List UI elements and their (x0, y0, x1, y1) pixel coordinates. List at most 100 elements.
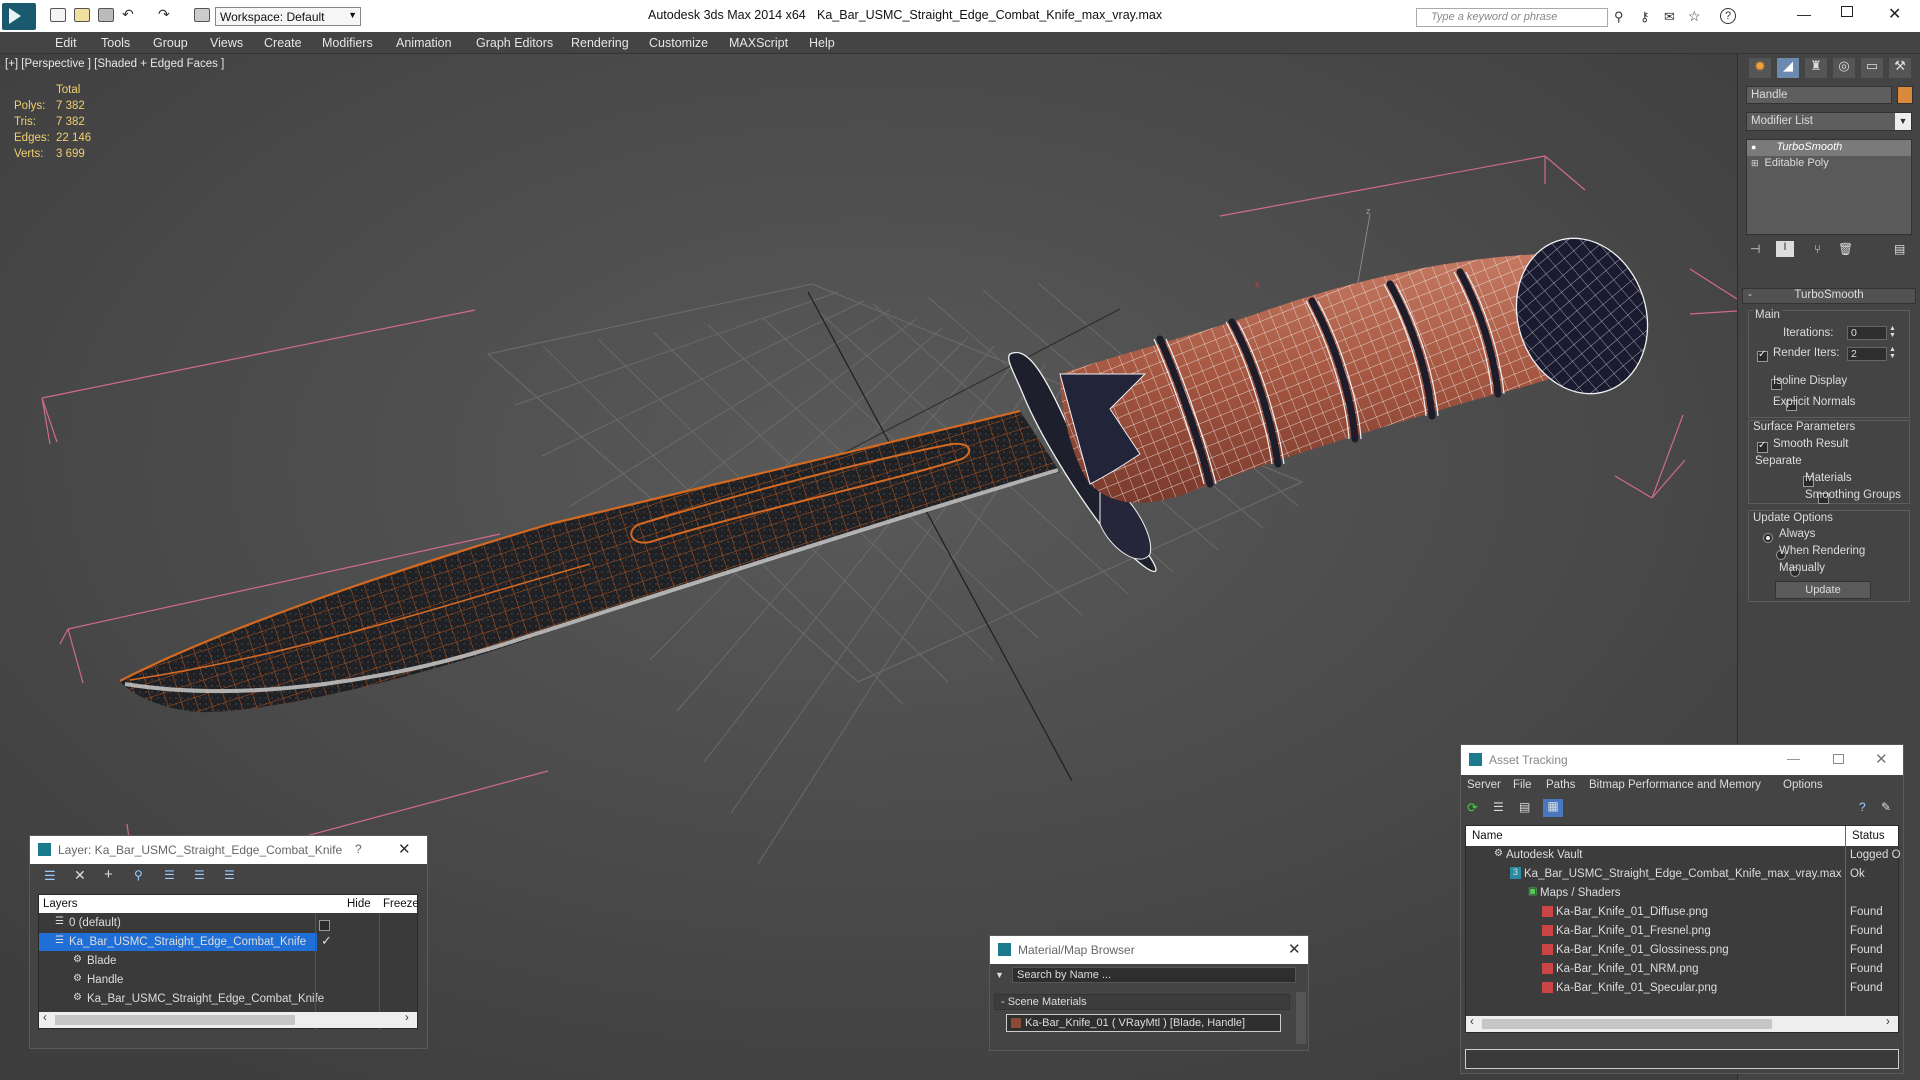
workspace-dropdown[interactable]: Workspace: Default ▼ (215, 7, 361, 26)
hide-all-icon[interactable]: ☰ (194, 868, 205, 882)
lightbulb-icon[interactable]: ● (1751, 142, 1756, 152)
layer-row[interactable]: ☰ Ka_Bar_USMC_Straight_Edge_Combat_Knife (39, 933, 317, 951)
asset-row[interactable]: ⚙ Autodesk Vault Logged O (1466, 846, 1901, 865)
close-button[interactable]: ✕ (1875, 750, 1888, 768)
viewport-label[interactable]: [+] [Perspective ] [Shaded + Edged Faces… (5, 58, 224, 70)
layer-row[interactable]: ☰ 0 (default) (39, 914, 417, 932)
modify-tab-icon[interactable]: ◢ (1777, 58, 1799, 78)
always-radio[interactable] (1763, 532, 1773, 543)
asset-row[interactable]: Ka-Bar_Knife_01_NRM.png Found (1466, 960, 1898, 979)
update-button[interactable]: Update (1775, 581, 1871, 599)
stack-item-turbosmooth[interactable]: ● TurboSmooth (1747, 140, 1911, 156)
menu-views[interactable]: Views (210, 36, 243, 50)
menu-animation[interactable]: Animation (396, 36, 452, 50)
menu-help[interactable]: Help (809, 36, 835, 50)
delete-layer-icon[interactable]: ✕ (74, 867, 86, 884)
asset-tracking-titlebar[interactable]: Asset Tracking — ✕ (1461, 745, 1903, 775)
maximize-button[interactable] (1833, 754, 1844, 764)
highlight-layer-icon[interactable]: ☰ (164, 868, 175, 882)
make-unique-icon[interactable]: ⑂ (1814, 242, 1821, 256)
scene-materials-section[interactable]: - Scene Materials (994, 994, 1290, 1010)
chevron-down-icon[interactable]: ▼ (995, 970, 1004, 980)
help-icon[interactable]: ? (1720, 8, 1736, 24)
asset-row[interactable]: Ka-Bar_Knife_01_Glossiness.png Found (1466, 941, 1898, 960)
close-icon[interactable]: ✕ (1288, 940, 1301, 958)
table-view-icon[interactable]: ▦ (1543, 799, 1563, 817)
scroll-right-icon[interactable]: › (405, 1012, 409, 1024)
col-name[interactable]: Name (1472, 830, 1503, 842)
scrollbar-thumb[interactable] (55, 1015, 295, 1025)
save-file-icon[interactable] (98, 8, 114, 22)
remove-modifier-icon[interactable]: 🗑 (1838, 242, 1853, 256)
asset-path-field[interactable] (1465, 1049, 1899, 1069)
detail-view-icon[interactable]: ▤ (1519, 800, 1530, 814)
current-layer-check-icon[interactable]: ✓ (321, 933, 332, 949)
scroll-right-icon[interactable]: › (1886, 1016, 1890, 1028)
app-logo-icon[interactable] (2, 3, 36, 30)
col-freeze[interactable]: Freeze (383, 898, 419, 910)
freeze-all-icon[interactable]: ☰ (224, 868, 235, 882)
menu-modifiers[interactable]: Modifiers (322, 36, 373, 50)
refresh-icon[interactable]: ⟳ (1467, 800, 1478, 816)
close-button[interactable]: ✕ (1888, 4, 1901, 24)
asset-row[interactable]: Ka-Bar_Knife_01_Specular.png Found (1466, 979, 1898, 998)
utilities-tab-icon[interactable]: ⚒ (1889, 58, 1911, 78)
horizontal-scrollbar[interactable]: ‹ › (39, 1012, 417, 1028)
col-status[interactable]: Status (1852, 830, 1885, 842)
asset-row[interactable]: Ka-Bar_Knife_01_Diffuse.png Found (1466, 903, 1898, 922)
menu-create[interactable]: Create (264, 36, 302, 50)
render-iters-checkbox[interactable] (1757, 349, 1768, 363)
show-end-result-icon[interactable]: I (1776, 241, 1794, 257)
menu-file[interactable]: File (1513, 779, 1532, 791)
layer-row[interactable]: ⚙ Blade (39, 952, 417, 970)
minimize-button[interactable]: — (1787, 751, 1800, 766)
smooth-result-checkbox[interactable] (1757, 440, 1768, 454)
menu-options[interactable]: Options (1783, 779, 1823, 791)
object-color-swatch[interactable] (1897, 86, 1913, 104)
help-button[interactable]: ? (355, 842, 362, 856)
material-browser-titlebar[interactable]: Material/Map Browser ✕ (990, 936, 1308, 964)
pin-stack-icon[interactable]: ⊣ (1750, 242, 1760, 256)
communication-icon[interactable]: ✉ (1664, 9, 1675, 25)
add-to-layer-icon[interactable]: + (104, 866, 113, 883)
list-view-icon[interactable]: ☰ (1493, 800, 1504, 814)
menu-bitmap-performance[interactable]: Bitmap Performance and Memory (1589, 779, 1761, 791)
menu-paths[interactable]: Paths (1546, 779, 1575, 791)
display-tab-icon[interactable]: ▭ (1861, 58, 1883, 78)
menu-edit[interactable]: Edit (55, 36, 77, 50)
current-layer-checkbox[interactable] (319, 920, 330, 932)
col-layers[interactable]: Layers (43, 898, 78, 910)
modifier-stack[interactable]: ● TurboSmooth ⊞ Editable Poly (1746, 139, 1912, 235)
scroll-left-icon[interactable]: ‹ (1470, 1016, 1474, 1028)
create-layer-icon[interactable]: ☰ (44, 868, 56, 884)
stack-item-editable-poly[interactable]: ⊞ Editable Poly (1747, 156, 1911, 172)
close-icon[interactable]: ✕ (398, 840, 411, 858)
rollout-header[interactable]: - TurboSmooth (1742, 288, 1916, 304)
new-file-icon[interactable] (50, 8, 66, 22)
hierarchy-tab-icon[interactable]: ♜ (1805, 58, 1827, 78)
menu-rendering[interactable]: Rendering (571, 36, 629, 50)
key-icon[interactable]: ⚷ (1640, 9, 1650, 25)
object-name-field[interactable]: Handle (1746, 86, 1892, 104)
undo-icon[interactable]: ↶ (122, 6, 134, 23)
modifier-list-dropdown[interactable]: Modifier List ▼ (1746, 112, 1912, 131)
configure-sets-icon[interactable]: ▤ (1894, 242, 1905, 256)
menu-tools[interactable]: Tools (101, 36, 130, 50)
iterations-spinner[interactable]: 0 (1847, 326, 1887, 340)
redo-icon[interactable]: ↷ (158, 6, 170, 23)
motion-tab-icon[interactable]: ◎ (1833, 58, 1855, 78)
vertical-scrollbar[interactable] (1296, 992, 1306, 1044)
scrollbar-thumb[interactable] (1482, 1019, 1772, 1029)
select-layer-icon[interactable]: ⚲ (134, 868, 143, 882)
expand-plus-icon[interactable]: ⊞ (1751, 158, 1759, 168)
layer-row[interactable]: ⚙ Handle (39, 971, 417, 989)
project-icon[interactable] (194, 8, 210, 22)
maximize-button[interactable] (1841, 6, 1853, 17)
material-search-input[interactable]: Search by Name ... (1012, 967, 1296, 983)
menu-graph-editors[interactable]: Graph Editors (476, 36, 553, 50)
horizontal-scrollbar[interactable]: ‹ › (1466, 1016, 1898, 1032)
search-input[interactable]: Type a keyword or phrase (1416, 8, 1608, 27)
asset-row[interactable]: Ka-Bar_Knife_01_Fresnel.png Found (1466, 922, 1898, 941)
asset-row[interactable]: ▣ Maps / Shaders (1466, 884, 1898, 903)
asset-row[interactable]: 3 Ka_Bar_USMC_Straight_Edge_Combat_Knife… (1466, 865, 1898, 884)
